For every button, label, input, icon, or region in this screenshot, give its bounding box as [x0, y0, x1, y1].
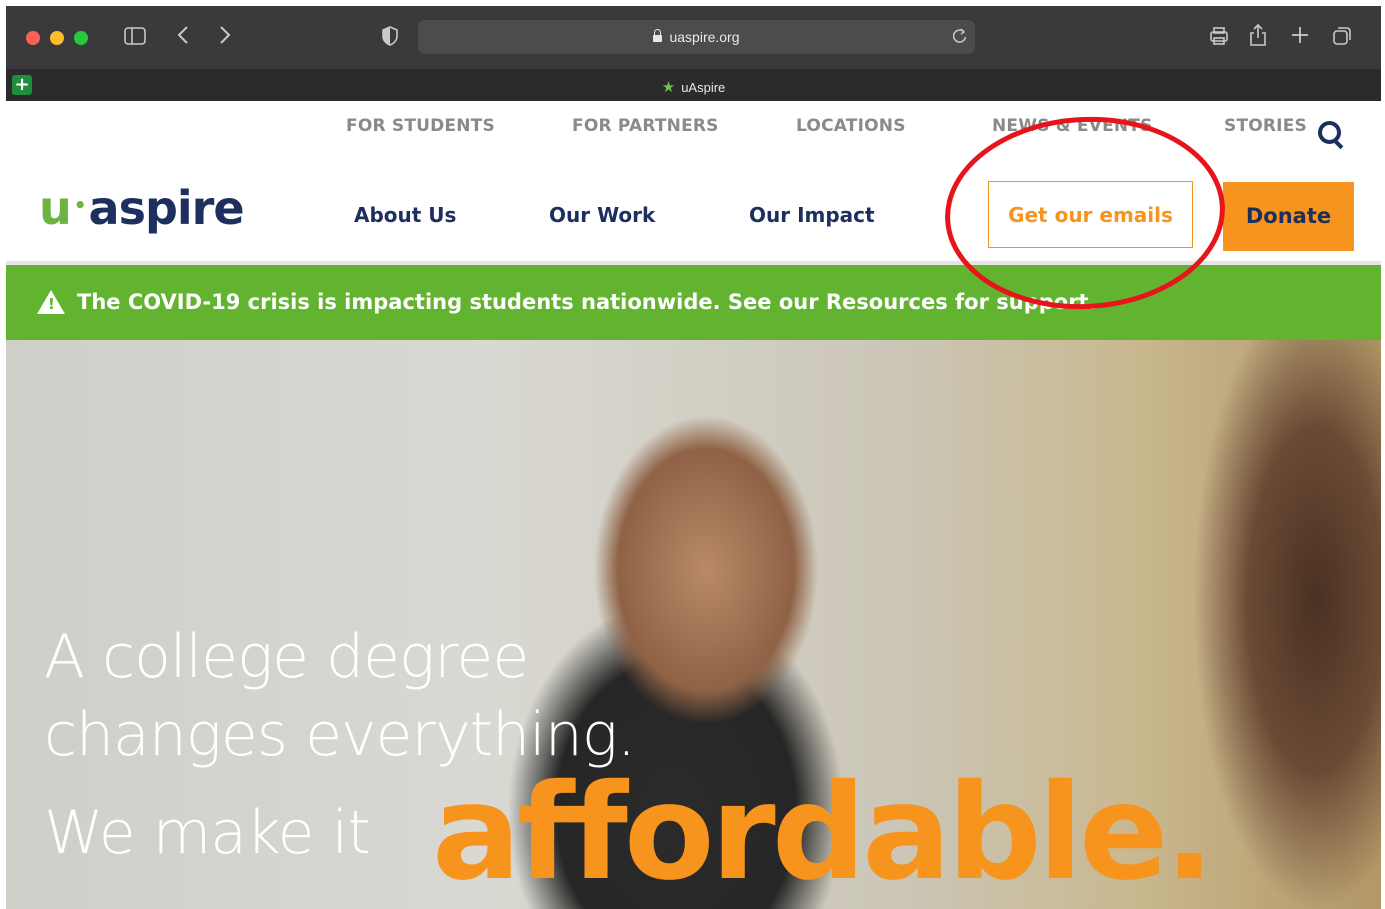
search-icon[interactable]	[1318, 121, 1341, 144]
reload-icon[interactable]	[952, 28, 967, 49]
url-text: uaspire.org	[669, 29, 740, 45]
logo-dot: •	[73, 193, 87, 217]
tab-title-text: uAspire	[681, 80, 726, 95]
covid-banner-text: The COVID-19 crisis is impacting student…	[77, 290, 1097, 314]
logo-u: u	[39, 181, 72, 235]
logo-aspire: aspire	[88, 181, 245, 235]
star-favicon-icon: ★	[661, 79, 676, 96]
close-window-button[interactable]	[26, 31, 40, 45]
address-bar[interactable]: uaspire.org	[418, 20, 975, 54]
util-nav-locations[interactable]: LOCATIONS	[796, 116, 906, 136]
reader-print-icon[interactable]	[1209, 26, 1229, 49]
sidebar-icon[interactable]	[124, 27, 146, 48]
tab-bar: + ★ uAspire	[6, 69, 1381, 101]
tab-overview-icon[interactable]	[1332, 26, 1352, 49]
nav-about-us[interactable]: About Us	[354, 203, 456, 227]
privacy-shield-icon[interactable]	[382, 26, 398, 49]
new-tab-plus-icon[interactable]	[1290, 25, 1310, 48]
util-nav-stories[interactable]: STORIES	[1224, 116, 1307, 136]
uaspire-page: FOR STUDENTS FOR PARTNERS LOCATIONS NEWS…	[6, 101, 1381, 909]
util-nav-for-students[interactable]: FOR STUDENTS	[346, 116, 495, 136]
uaspire-logo[interactable]: u •aspire	[39, 181, 245, 235]
active-tab[interactable]: ★ uAspire	[6, 78, 1381, 96]
util-nav-for-partners[interactable]: FOR PARTNERS	[572, 116, 719, 136]
hero-section: A college degree changes everything. We …	[6, 340, 1381, 909]
donate-button[interactable]: Donate	[1223, 182, 1354, 251]
share-icon[interactable]	[1249, 23, 1267, 50]
hero-line-3: We make it	[44, 798, 371, 868]
hero-line-1: A college degree	[44, 622, 529, 692]
browser-toolbar: uaspire.org	[6, 6, 1381, 69]
minimize-window-button[interactable]	[50, 31, 64, 45]
forward-icon[interactable]	[219, 25, 231, 48]
lock-icon	[653, 29, 663, 42]
nav-our-impact[interactable]: Our Impact	[749, 203, 875, 227]
nav-our-work[interactable]: Our Work	[549, 203, 655, 227]
hero-highlight-word: affordable.	[432, 756, 1215, 909]
url-display[interactable]: uaspire.org	[418, 29, 975, 45]
back-icon[interactable]	[177, 25, 189, 48]
zoom-window-button[interactable]	[74, 31, 88, 45]
warning-icon	[37, 290, 65, 314]
browser-window: uaspire.org + ★ uAspire FOR STUDENTS FOR …	[6, 6, 1381, 909]
